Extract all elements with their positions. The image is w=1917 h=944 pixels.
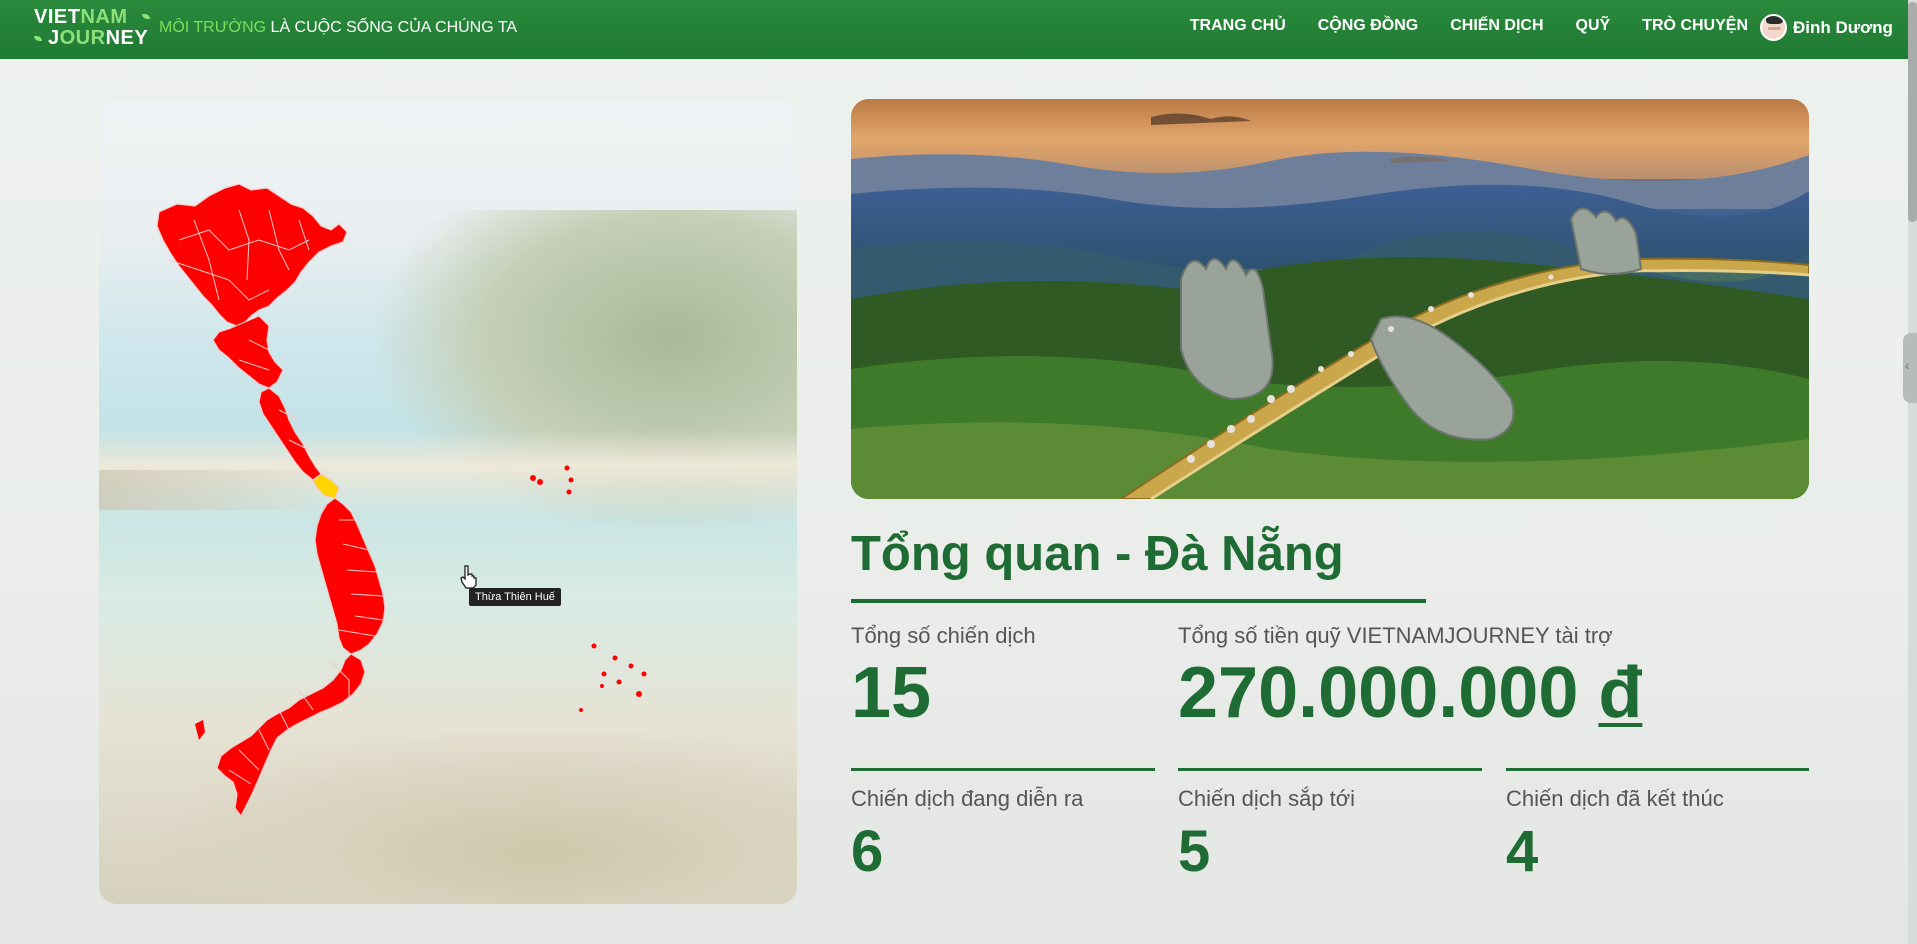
ongoing-campaigns-label: Chiến dịch đang diễn ra	[851, 786, 1084, 811]
hand-cursor-icon	[460, 565, 477, 589]
logo-text-viet: VIET	[34, 6, 81, 28]
upcoming-campaigns-label: Chiến dịch sắp tới	[1178, 786, 1356, 811]
logo-text-j: J	[48, 27, 60, 49]
vietnamjourney-logo[interactable]: VIETNAM JOURNEY	[34, 6, 150, 51]
slogan-highlight: MÔI TRƯỜNG	[159, 19, 267, 36]
logo-text-nam: NAM	[80, 6, 128, 28]
province-region-central	[314, 497, 386, 655]
nav-chat[interactable]: TRÒ CHUYỆN	[1642, 17, 1748, 35]
province-region-north	[156, 183, 348, 327]
avatar	[1760, 14, 1787, 41]
map-card: Thừa Thiên Huế	[99, 100, 797, 904]
total-fund-label: Tổng số tiền quỹ VIETNAMJOURNEY tài trợ	[1178, 623, 1613, 648]
nav-campaigns[interactable]: CHIẾN DỊCH	[1450, 17, 1543, 35]
currency-symbol: đ	[1598, 653, 1643, 733]
divider-ongoing	[851, 768, 1155, 771]
user-name: Đinh Dương	[1793, 17, 1893, 37]
golden-bridge-illustration	[851, 99, 1809, 499]
logo-text-our: OUR	[59, 27, 106, 49]
ongoing-campaigns-value: 6	[851, 819, 884, 884]
nav-fund[interactable]: QUỸ	[1576, 17, 1611, 35]
divider-finished	[1506, 768, 1809, 771]
total-campaigns-label: Tổng số chiến dịch	[851, 623, 1036, 648]
slogan: MÔI TRƯỜNG LÀ CUỘC SỐNG CỦA CHÚNG TA	[159, 19, 517, 37]
finished-campaigns-label: Chiến dịch đã kết thúc	[1506, 786, 1724, 811]
province-region-north-central	[212, 315, 284, 389]
divider-upcoming	[1178, 768, 1482, 771]
finished-campaigns-value: 4	[1506, 819, 1539, 884]
island-groups	[195, 465, 647, 740]
slogan-text: LÀ CUỘC SỐNG CỦA CHÚNG TA	[266, 19, 518, 36]
upcoming-campaigns-value: 5	[1178, 819, 1211, 884]
scrollbar-thumb[interactable]	[1908, 2, 1917, 222]
user-menu[interactable]: Đinh Dương	[1760, 14, 1893, 41]
top-navbar: VIETNAM JOURNEY MÔI TRƯỜNG LÀ CUỘC SỐNG …	[0, 0, 1908, 59]
nav-links: TRANG CHỦ CỘNG ĐỒNG CHIẾN DỊCH QUỸ TRÒ C…	[1190, 17, 1748, 35]
province-region-nghe-an	[258, 387, 322, 481]
title-underline	[851, 599, 1426, 603]
nav-home[interactable]: TRANG CHỦ	[1190, 17, 1286, 35]
province-thua-thien-hue	[312, 473, 340, 499]
total-campaigns-value: 15	[851, 653, 932, 733]
total-fund-value: 270.000.000 đ	[1178, 652, 1642, 734]
vietnam-province-map[interactable]	[99, 100, 797, 904]
golden-bridge-photo	[851, 99, 1809, 499]
fund-amount: 270.000.000	[1178, 653, 1599, 733]
nav-community[interactable]: CỘNG ĐỒNG	[1318, 17, 1418, 35]
overview-title: Tổng quan - Đà Nẵng	[851, 527, 1344, 581]
logo-text-ney: NEY	[105, 27, 149, 49]
province-region-highlands-south	[216, 653, 366, 817]
province-tooltip: Thừa Thiên Huế	[469, 588, 561, 606]
side-drawer-toggle[interactable]	[1903, 333, 1917, 403]
page-scrollbar[interactable]	[1908, 0, 1917, 944]
